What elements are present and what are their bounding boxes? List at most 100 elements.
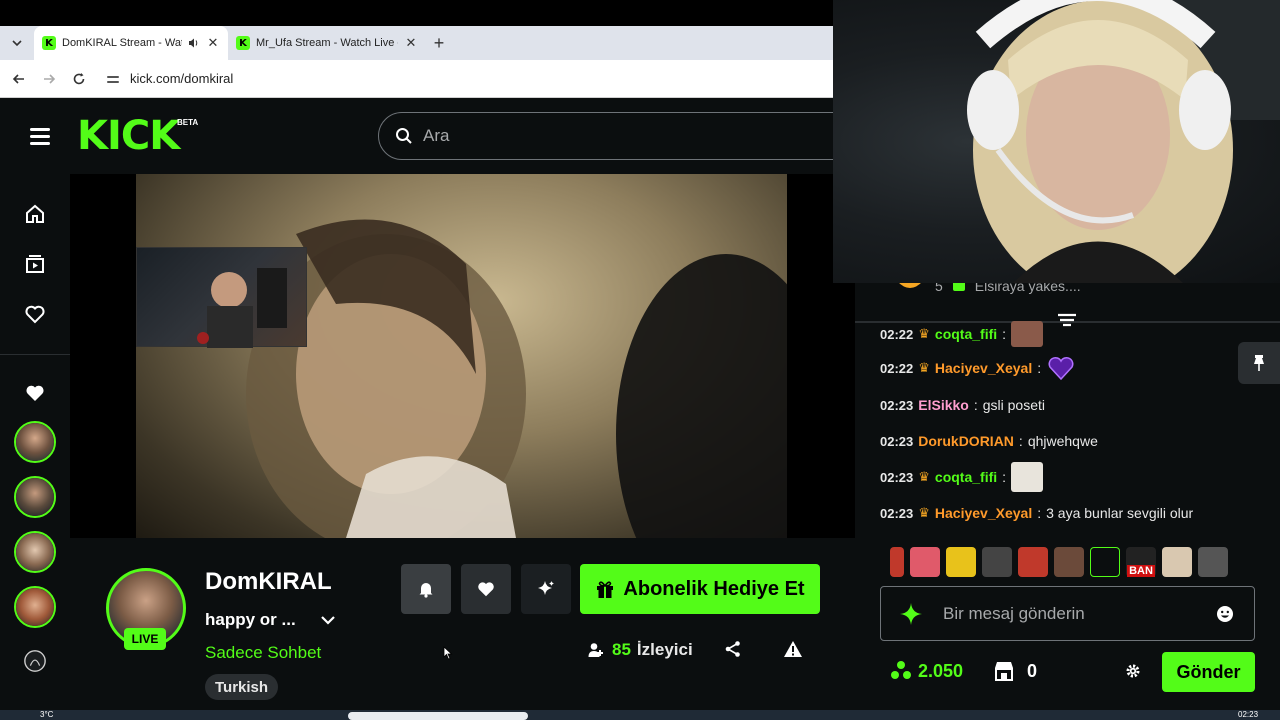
channel-points[interactable]: 2.050 [890,660,963,682]
new-tab-button[interactable]: + [426,30,452,56]
taskbar-search[interactable] [348,712,528,720]
quick-emote-bar: BAN [890,547,1250,579]
quick-emote[interactable] [1090,547,1120,577]
browse-icon[interactable] [23,252,47,276]
purple-heart-emote-icon [1048,357,1074,381]
chevron-down-icon[interactable] [320,615,336,625]
menu-icon[interactable] [30,128,50,145]
search-placeholder: Ara [423,126,450,145]
stream-category-link[interactable]: Sadece Sohbet [205,643,321,663]
emoji-icon[interactable] [1216,605,1234,623]
channel-name[interactable]: DomKIRAL [205,568,332,596]
heart-icon [478,582,494,597]
kick-logo[interactable]: KICK [77,116,180,156]
clip-sparkle-button[interactable] [521,564,571,614]
message-username[interactable]: Haciyev_Xeyal [935,505,1032,521]
url-field[interactable]: kick.com/domkiral [98,64,833,94]
arrow-right-icon [44,73,56,84]
chat-message-input[interactable]: Bir mesaj gönderin [880,586,1255,641]
followed-channel-avatar[interactable] [14,476,56,518]
following-section-heart-icon [23,381,47,405]
search-input[interactable]: Ara [378,112,858,160]
viewer-count-label: İzleyici [636,640,693,659]
gift-subscription-button[interactable]: Abonelik Hediye Et [580,564,820,614]
tab-search-button[interactable] [4,30,30,56]
notification-button[interactable] [401,564,451,614]
close-icon[interactable]: ✕ [206,35,220,51]
followed-channel-avatar[interactable] [14,586,56,628]
taskbar-clock[interactable]: 02:23 [1238,710,1258,719]
quick-emote[interactable] [982,547,1012,577]
stream-video[interactable] [136,174,787,538]
followed-channel-avatar[interactable] [14,421,56,463]
site-info-icon[interactable] [106,72,120,86]
message-time: 02:23 [880,505,914,521]
quick-emote[interactable] [946,547,976,577]
message-username[interactable]: coqta_fifi [935,326,997,342]
language-tag[interactable]: Turkish [205,674,279,700]
chat-message[interactable]: 02:23 DorukDORIAN: qhjwehqwe [880,430,1098,452]
gift-icon [597,581,614,598]
quick-emote[interactable] [1198,547,1228,577]
back-button[interactable] [4,64,34,94]
message-time: 02:23 [880,397,914,413]
close-icon[interactable]: ✕ [404,35,418,51]
pin-chat-button[interactable] [1238,342,1280,384]
sparkle-icon[interactable] [899,602,923,626]
viewer-count-number: 85 [612,640,631,659]
quick-emote[interactable] [1054,547,1084,577]
crown-badge-icon: ♛ [918,326,930,341]
report-button[interactable] [783,640,807,664]
bell-icon [419,583,433,598]
cat-emote [1011,462,1044,492]
sketch-avatar-icon[interactable] [23,649,47,673]
message-username[interactable]: ElSikko [918,397,969,413]
weather-temperature[interactable]: 3°C [40,710,53,719]
ban-emote[interactable]: BAN [1126,547,1156,577]
webcam-image [967,0,1280,283]
gear-icon[interactable] [1125,663,1141,679]
share-button[interactable] [724,640,748,664]
speaker-icon[interactable] [188,37,200,49]
forward-button[interactable] [34,64,64,94]
quick-emote[interactable] [910,547,940,577]
kick-favicon-icon: K [42,36,56,50]
chat-message[interactable]: 02:22 ♛ Haciyev_Xeyal: [880,357,1076,381]
chat-input-placeholder: Bir mesaj gönderin [943,603,1085,623]
quick-emote[interactable] [1018,547,1048,577]
channel-info: LIVE DomKIRAL happy or ... Sadece Sohbet… [70,538,855,714]
chat-filter-icon[interactable] [1056,312,1078,330]
following-heart-icon[interactable] [23,302,47,326]
reload-icon [73,72,85,84]
video-frame-image [246,219,787,538]
message-time: 02:23 [880,469,914,485]
video-player[interactable] [70,174,855,538]
followed-channel-avatar[interactable] [14,531,56,573]
left-sidebar [0,174,70,714]
stream-title-text: happy or ... [205,610,296,629]
chat-message[interactable]: 02:23 ElSikko: gsli poseti [880,394,1045,416]
follow-button[interactable] [461,564,511,614]
browser-tab-mr-ufa[interactable]: K Mr_Ufa Stream - Watch Live on ✕ [228,26,426,60]
reload-button[interactable] [64,64,94,94]
channel-store[interactable]: 0 [993,660,1037,682]
home-icon[interactable] [23,202,47,226]
stream-title[interactable]: happy or ... [205,610,336,630]
arrow-left-icon [12,73,24,84]
browser-tab-domkiral[interactable]: K DomKIRAL Stream - Watch ✕ [34,26,228,60]
chat-message[interactable]: 02:23 ♛ Haciyev_Xeyal: 3 aya bunlar sevg… [880,502,1193,524]
send-button[interactable]: Gönder [1162,652,1255,692]
chat-message[interactable]: 02:22 ♛ coqta_fifi: [880,321,1044,347]
message-username[interactable]: Haciyev_Xeyal [935,360,1032,376]
store-icon [995,662,1013,681]
message-username[interactable]: coqta_fifi [935,469,997,485]
quick-emote[interactable] [890,547,904,577]
quick-emote[interactable] [1162,547,1192,577]
screen: K DomKIRAL Stream - Watch ✕ K Mr_Ufa Str… [0,0,1280,720]
crown-badge-icon: ♛ [918,505,930,520]
streamer-pip-video [136,247,307,348]
chat-message[interactable]: 02:23 ♛ coqta_fifi: [880,462,1044,492]
chevron-down-icon [12,40,22,47]
chat-panel: 5 Elsiraya yakes.... 02:22 ♛ coqta_fifi:… [855,278,1280,714]
message-username[interactable]: DorukDORIAN [918,433,1014,449]
